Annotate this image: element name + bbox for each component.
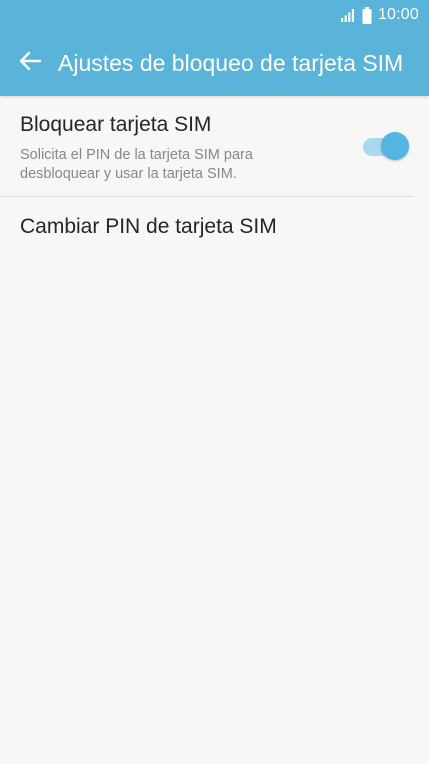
status-bar: 10:00 [0, 0, 429, 30]
toggle-thumb [381, 132, 409, 160]
status-time: 10:00 [377, 6, 419, 23]
lock-sim-title: Bloquear tarjeta SIM [20, 113, 212, 136]
arrow-left-icon [19, 51, 42, 76]
status-icons: 10:00 [340, 5, 419, 25]
lock-sim-summary: Solicita el PIN de la tarjeta SIM para d… [20, 147, 253, 182]
change-sim-pin-setting[interactable]: Cambiar PIN de tarjeta SIM [0, 197, 429, 257]
lock-sim-setting[interactable]: Bloquear tarjeta SIM Solicita el PIN de … [0, 96, 413, 197]
app-bar: 10:00 Ajustes de bloqueo de tarjeta SIM [0, 0, 429, 96]
title-bar: Ajustes de bloqueo de tarjeta SIM [0, 30, 429, 96]
battery-icon [362, 6, 372, 24]
change-pin-title: Cambiar PIN de tarjeta SIM [20, 215, 277, 238]
page-title: Ajustes de bloqueo de tarjeta SIM [58, 49, 404, 76]
back-button[interactable] [10, 43, 50, 83]
signal-icon [340, 8, 356, 22]
settings-list: Bloquear tarjeta SIM Solicita el PIN de … [0, 96, 429, 257]
lock-sim-toggle[interactable] [363, 132, 409, 162]
